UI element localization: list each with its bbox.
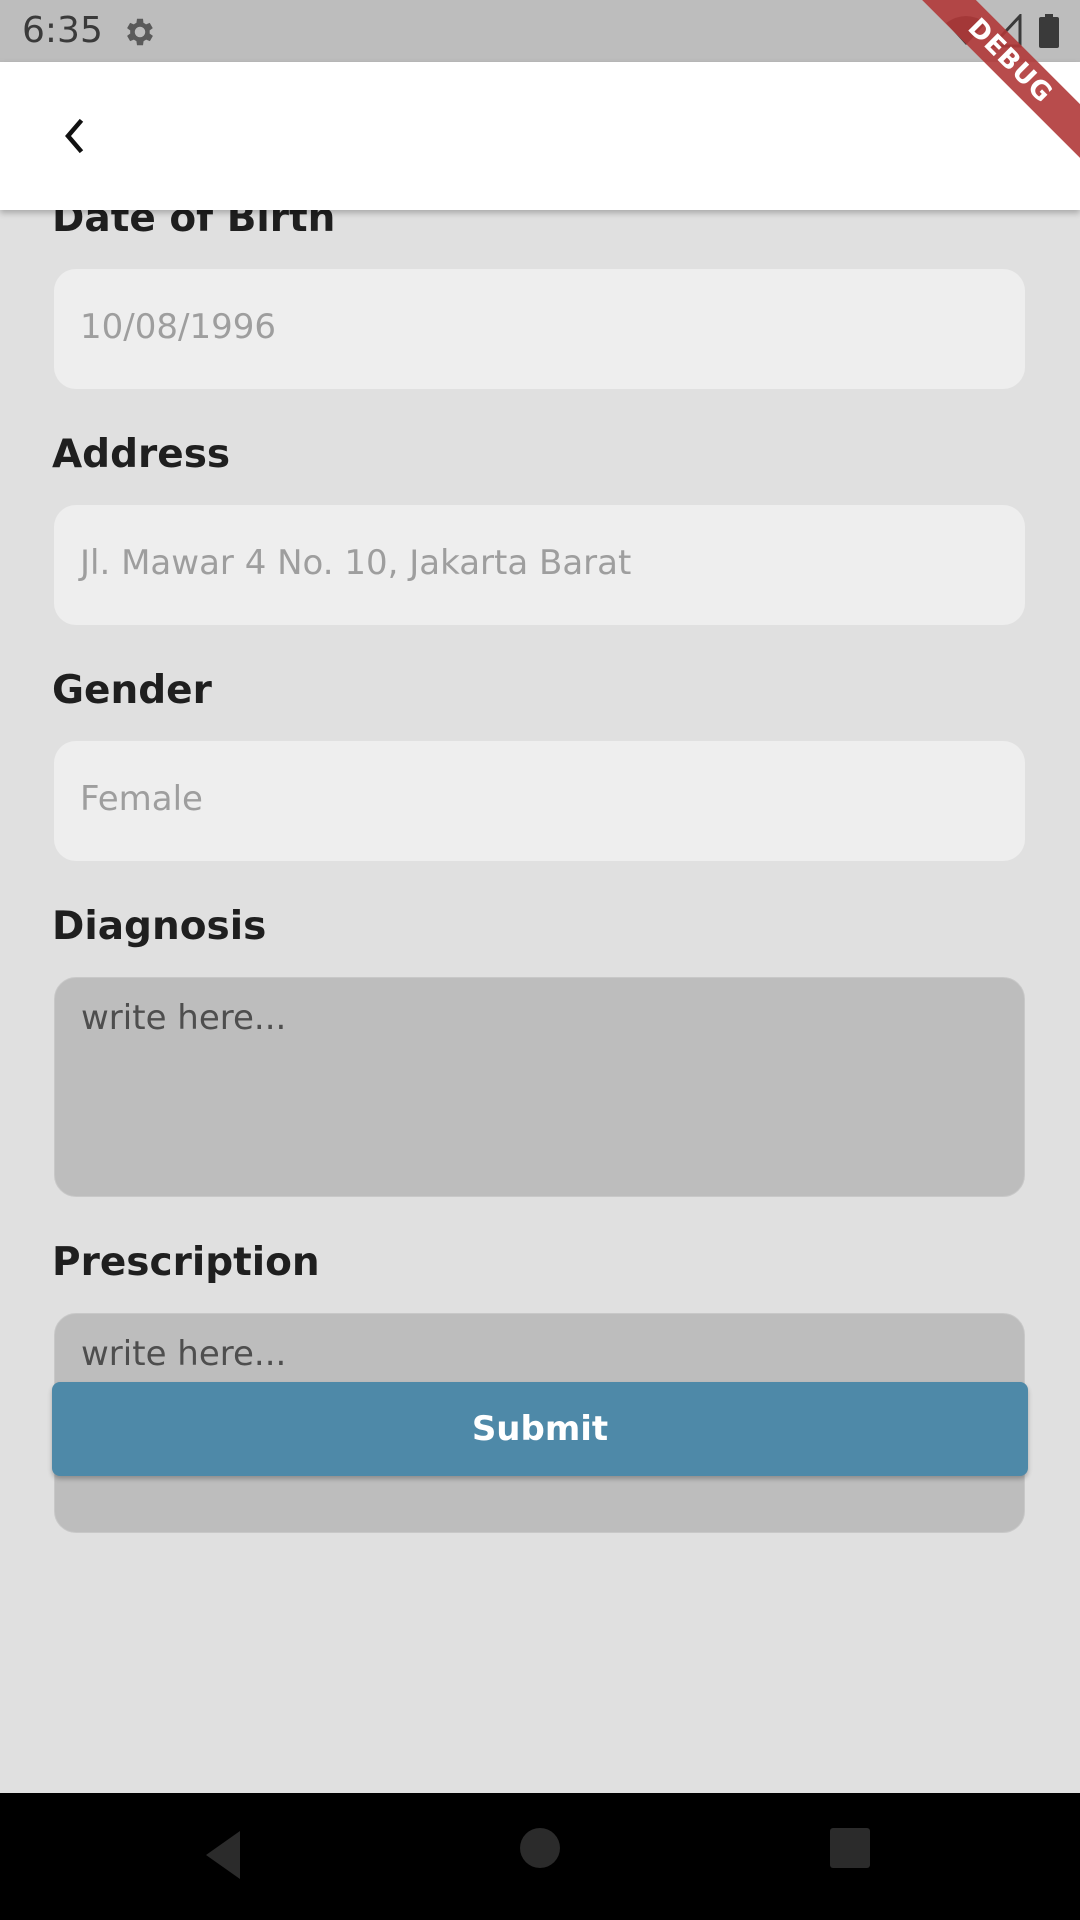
chevron-left-icon	[65, 118, 84, 154]
navigation-bar	[0, 1793, 1080, 1920]
address-value: Jl. Mawar 4 No. 10, Jakarta Barat	[80, 543, 632, 583]
date-of-birth-value: 10/08/1996	[80, 307, 276, 347]
diagnosis-placeholder: write here...	[81, 998, 287, 1038]
date-of-birth-field[interactable]: 10/08/1996	[54, 269, 1025, 389]
back-button[interactable]	[44, 106, 104, 166]
nav-back-icon[interactable]	[202, 1827, 262, 1883]
diagnosis-label: Diagnosis	[52, 904, 267, 949]
submit-button[interactable]: Submit	[52, 1382, 1028, 1476]
signal-icon	[990, 14, 1022, 48]
address-label: Address	[52, 432, 231, 477]
address-field[interactable]: Jl. Mawar 4 No. 10, Jakarta Barat	[54, 505, 1025, 625]
battery-icon	[1039, 14, 1059, 48]
prescription-placeholder: write here...	[81, 1334, 287, 1374]
nav-home-icon[interactable]	[520, 1828, 560, 1868]
gender-label: Gender	[52, 668, 212, 713]
status-bar: 6:35	[0, 0, 1080, 62]
prescription-label: Prescription	[52, 1240, 320, 1285]
date-of-birth-label: Date of Birth	[52, 210, 336, 241]
nav-recents-icon[interactable]	[830, 1828, 870, 1868]
settings-icon	[127, 18, 153, 46]
gender-value: Female	[80, 779, 203, 819]
diagnosis-input[interactable]: write here...	[54, 977, 1025, 1197]
gender-field[interactable]: Female	[54, 741, 1025, 861]
app-bar	[0, 62, 1080, 210]
patient-form: Date of Birth 10/08/1996 Address Jl. Maw…	[0, 210, 1080, 1793]
wifi-icon	[946, 16, 986, 45]
status-time: 6:35	[22, 10, 103, 51]
